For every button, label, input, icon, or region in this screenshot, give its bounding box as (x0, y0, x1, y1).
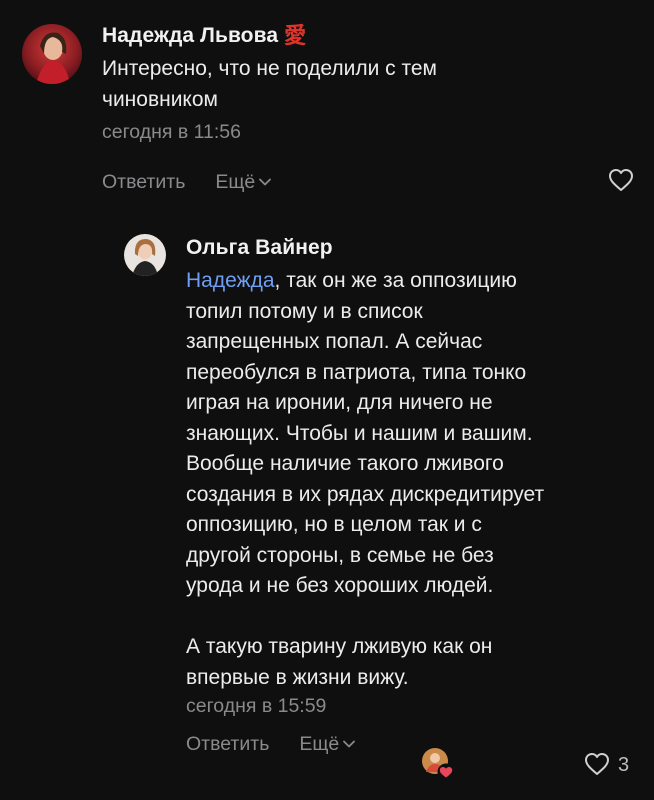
author-name[interactable]: Ольга Вайнер (186, 230, 333, 266)
reply-button[interactable]: Ответить (102, 171, 185, 194)
comment-author[interactable]: Надежда Львова 愛 (102, 18, 642, 54)
avatar[interactable] (124, 234, 166, 276)
reactor-avatar-heart-icon[interactable] (420, 746, 456, 782)
heart-outline-icon[interactable] (608, 168, 634, 192)
comment-timestamp[interactable]: сегодня в 11:56 (102, 121, 642, 144)
more-label: Ещё (299, 732, 340, 755)
author-badge: 愛 (284, 23, 307, 49)
more-label: Ещё (215, 170, 256, 193)
more-button[interactable]: Ещё (299, 732, 356, 756)
author-name[interactable]: Надежда Львова (102, 18, 278, 54)
like-count: 3 (618, 754, 630, 776)
comment-text: Интересно, что не поделили с тем чиновни… (102, 57, 437, 111)
avatar[interactable] (22, 24, 82, 84)
comment-author[interactable]: Ольга Вайнер (186, 230, 646, 266)
comment-text: Надежда, так он же за оппозицию топил по… (186, 266, 646, 693)
chevron-down-icon (343, 740, 356, 748)
chevron-down-icon (259, 178, 272, 186)
heart-outline-icon[interactable] (584, 752, 610, 776)
comment-text-body: , так он же за оппозицию топил потому и … (186, 269, 545, 689)
mention-link[interactable]: Надежда (186, 269, 275, 292)
comment-actions: Ответить Ещё (186, 726, 646, 762)
reply-button[interactable]: Ответить (186, 733, 269, 756)
comment-actions: Ответить Ещё (102, 164, 642, 200)
comment-timestamp[interactable]: сегодня в 15:59 (186, 695, 646, 718)
more-button[interactable]: Ещё (215, 170, 272, 194)
comments-thread: Надежда Львова 愛 Интересно, что не подел… (0, 0, 654, 800)
